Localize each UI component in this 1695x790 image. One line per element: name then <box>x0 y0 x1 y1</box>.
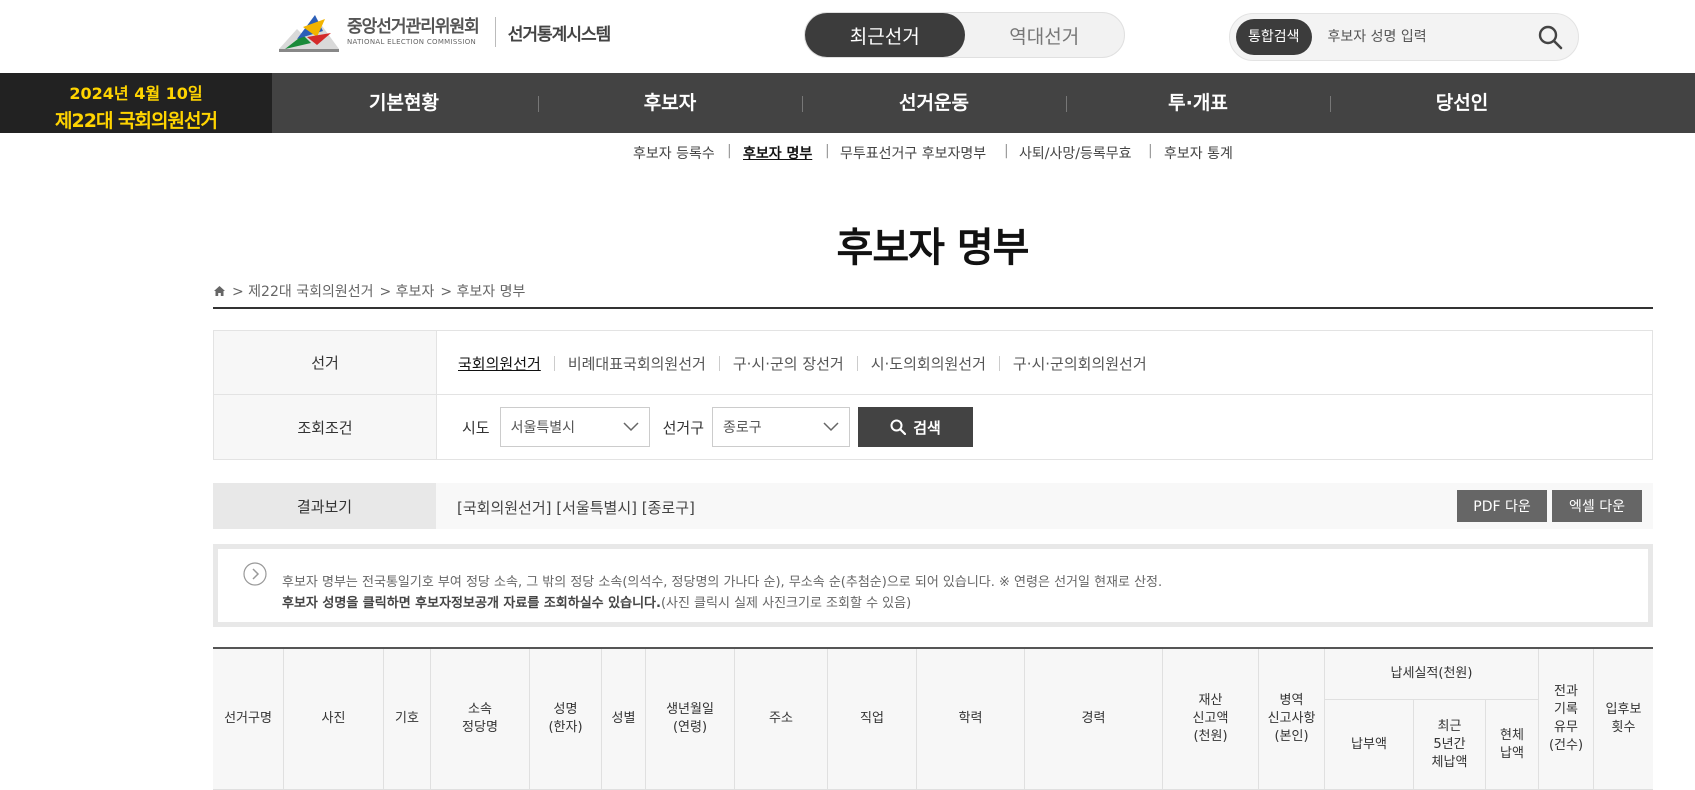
submenu-divider: | <box>727 143 732 159</box>
sido-label: 시도 <box>462 418 490 437</box>
toggle-past-elections[interactable]: 역대선거 <box>965 13 1125 57</box>
district-value: 종로구 <box>723 420 762 436</box>
tab-national-assembly[interactable]: 국회의원선거 <box>458 353 541 374</box>
col-party: 소속 정당명 <box>431 649 530 790</box>
submenu-candidate-list[interactable]: 후보자 명부 <box>743 143 812 163</box>
org-name-en: NATIONAL ELECTION COMMISSION <box>347 37 477 46</box>
nav-winners[interactable]: 당선인 <box>1330 73 1594 133</box>
submenu-registration-count[interactable]: 후보자 등록수 <box>633 143 715 163</box>
nec-logo[interactable]: 중앙선거관리위원회 NATIONAL ELECTION COMMISSION 선… <box>277 8 611 56</box>
col-tax-group: 납세실적(천원) <box>1325 649 1539 700</box>
submenu-divider: | <box>825 143 830 159</box>
breadcrumb-election[interactable]: > 제22대 국회의원선거 <box>232 281 374 301</box>
page-title: 후보자 명부 <box>836 225 1030 271</box>
election-date: 2024년 4월 10일 <box>69 84 203 103</box>
breadcrumb-candidate-list: > 후보자 명부 <box>440 284 526 300</box>
org-name: 중앙선거관리위원회 <box>347 16 480 37</box>
tab-divider <box>553 356 555 371</box>
candidate-name-input[interactable] <box>1325 28 1528 46</box>
result-bar: 결과보기 [국회의원선거] [서울특별시] [종로구] PDF 다운 엑셀 다운 <box>213 483 1653 529</box>
chevron-down-icon <box>623 422 639 432</box>
district-select[interactable]: 종로구 <box>712 407 851 447</box>
tab-divider <box>856 356 858 371</box>
col-military: 병역 신고사항 (본인) <box>1259 649 1325 790</box>
search-filter-box: 선거 국회의원선거 비례대표국회의원선거 구·시·군의 장선거 시·도의회의원선… <box>213 330 1653 460</box>
col-tax-paid: 납부액 <box>1325 700 1414 790</box>
nav-voting-counting[interactable]: 투·개표 <box>1066 73 1330 133</box>
submenu-divider: | <box>1148 143 1153 159</box>
col-number: 기호 <box>384 649 431 790</box>
candidate-table-header: 선거구명 사진 기호 소속 정당명 성명 (한자) 성별 생년월일 (연령) 주… <box>213 647 1653 790</box>
election-label: 선거 <box>214 331 437 394</box>
title-divider <box>213 307 1653 309</box>
home-icon[interactable] <box>213 285 226 297</box>
tab-local-head[interactable]: 구·시·군의 장선거 <box>733 353 844 374</box>
filter-search-label: 검색 <box>913 418 941 437</box>
filter-search-button[interactable]: 검색 <box>858 407 974 447</box>
col-criminal-record: 전과 기록 유무 (건수) <box>1539 649 1594 790</box>
col-career: 경력 <box>1025 649 1163 790</box>
system-name: 선거통계시스템 <box>507 24 611 45</box>
nav-basic-status[interactable]: 기본현황 <box>272 73 536 133</box>
current-election-banner[interactable]: 2024년 4월 10일 제22대 국회의원선거 <box>0 73 272 133</box>
col-name: 성명 (한자) <box>530 649 602 790</box>
election-type-tabs: 국회의원선거 비례대표국회의원선거 구·시·군의 장선거 시·도의회의원선거 구… <box>458 353 1147 374</box>
main-navigation: 2024년 4월 10일 제22대 국회의원선거 기본현황 후보자 선거운동 투… <box>0 73 1695 133</box>
nav-candidates[interactable]: 후보자 <box>538 73 802 133</box>
col-address: 주소 <box>735 649 828 790</box>
election-name: 제22대 국회의원선거 <box>55 110 218 132</box>
condition-label: 조회조건 <box>214 395 437 459</box>
pdf-download-button[interactable]: PDF 다운 <box>1457 490 1547 522</box>
notice-box: 후보자 명부는 전국통일기호 부여 정당 소속, 그 밖의 정당 소속(의석수,… <box>213 544 1653 627</box>
breadcrumb-candidates[interactable]: > 후보자 <box>380 281 435 301</box>
col-district: 선거구명 <box>213 649 284 790</box>
notice-line-1: 후보자 명부는 전국통일기호 부여 정당 소속, 그 밖의 정당 소속(의석수,… <box>282 575 1163 590</box>
integrated-search: 통합검색 <box>1229 13 1579 61</box>
tab-local-council[interactable]: 구·시·군의회의원선거 <box>1013 353 1147 374</box>
sido-value: 서울특별시 <box>510 420 576 436</box>
col-education: 학력 <box>917 649 1025 790</box>
submenu-uncontested-list[interactable]: 무투표선거구 후보자명부 <box>840 143 986 163</box>
district-label: 선거구 <box>662 418 705 437</box>
col-gender: 성별 <box>602 649 646 790</box>
breadcrumb: > 제22대 국회의원선거 > 후보자 > 후보자 명부 <box>213 281 531 301</box>
election-period-toggle: 최근선거 역대선거 <box>804 12 1125 58</box>
chevron-down-icon <box>823 422 839 432</box>
col-candidacy-count: 입후보 횟수 <box>1594 649 1653 790</box>
col-birthdate: 생년월일 (연령) <box>646 649 735 790</box>
col-assets: 재산 신고액 (천원) <box>1163 649 1259 790</box>
nec-emblem-icon <box>279 15 339 52</box>
col-tax-arrears-5y: 최근 5년간 체납액 <box>1414 700 1486 790</box>
result-summary: [국회의원선거] [서울특별시] [종로구] <box>457 499 695 517</box>
submenu-divider: | <box>1004 143 1009 159</box>
col-tax-current-arrears: 현체 납액 <box>1486 700 1539 790</box>
notice-line-2-rest: (사진 클릭시 실제 사진크기로 조회할 수 있음) <box>660 596 912 611</box>
tab-proportional[interactable]: 비례대표국회의원선거 <box>568 353 706 374</box>
result-label: 결과보기 <box>213 483 436 529</box>
submenu-resignation[interactable]: 사퇴/사망/등록무효 <box>1019 143 1131 163</box>
search-scope-tag[interactable]: 통합검색 <box>1236 19 1312 55</box>
excel-download-button[interactable]: 엑셀 다운 <box>1552 490 1642 522</box>
search-button[interactable] <box>1528 15 1572 59</box>
tab-divider <box>998 356 1000 371</box>
sub-navigation: 후보자 등록수 | 후보자 명부 | 무투표선거구 후보자명부 | 사퇴/사망/… <box>0 143 1695 163</box>
sido-select[interactable]: 서울특별시 <box>499 407 650 447</box>
nav-campaign[interactable]: 선거운동 <box>802 73 1066 133</box>
toggle-recent-election[interactable]: 최근선거 <box>805 13 965 57</box>
search-icon <box>1538 25 1563 50</box>
tab-provincial-council[interactable]: 시·도의회의원선거 <box>871 353 986 374</box>
notice-line-2-bold: 후보자 성명을 클릭하면 후보자정보공개 자료를 조회하실수 있습니다. <box>282 596 661 611</box>
chevron-right-circle-icon <box>243 562 267 586</box>
logo-divider <box>494 17 496 47</box>
tab-divider <box>718 356 720 371</box>
search-icon <box>890 419 907 435</box>
submenu-candidate-stats[interactable]: 후보자 통계 <box>1164 143 1233 163</box>
col-job: 직업 <box>828 649 917 790</box>
col-photo: 사진 <box>284 649 384 790</box>
